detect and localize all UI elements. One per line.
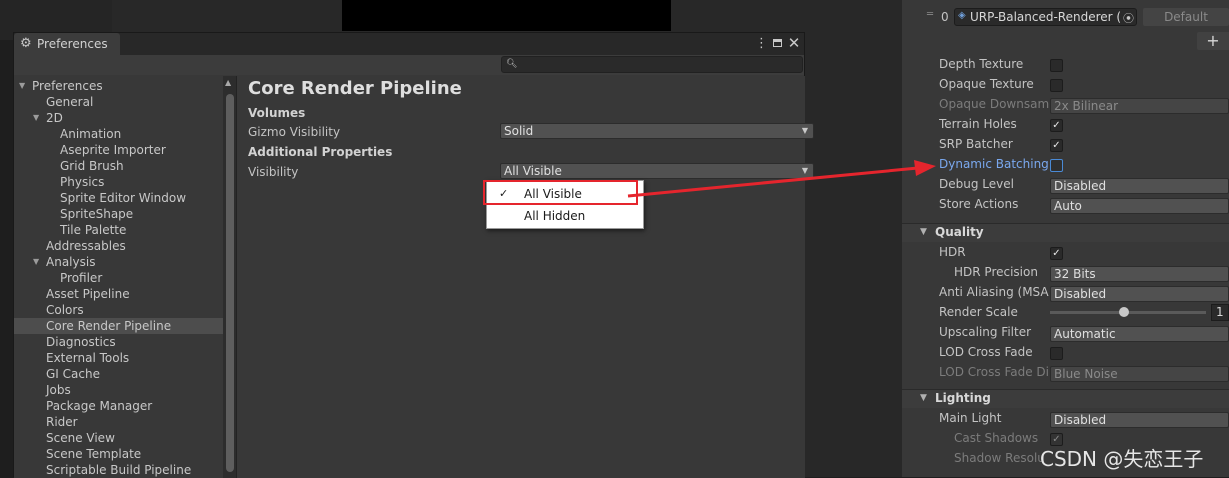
render-scale-slider-handle[interactable]: [1119, 307, 1129, 317]
annotation-arrow-line: [627, 166, 919, 198]
inspector-row-label: Terrain Holes: [939, 117, 1017, 131]
object-picker-icon[interactable]: ⦿: [1123, 10, 1135, 25]
renderer-object-field[interactable]: ◈ URP-Balanced-Renderer ( ⦿: [954, 8, 1137, 26]
inspector-dropdown[interactable]: Disabled: [1050, 286, 1229, 302]
render-scale-value[interactable]: 1: [1211, 304, 1229, 321]
inspector-row-label: HDR Precision: [954, 265, 1038, 279]
inspector-row-label: HDR: [939, 245, 966, 259]
add-renderer-button[interactable]: +: [1197, 32, 1229, 50]
foldout-arrow-icon: ▼: [920, 393, 927, 403]
inspector-dropdown[interactable]: Auto: [1050, 198, 1229, 214]
inspector-row-label: LOD Cross Fade Dit: [939, 365, 1049, 379]
inspector-row-label: Opaque Downsamp: [939, 97, 1049, 111]
inspector-row-label: SRP Batcher: [939, 137, 1013, 151]
inspector-row-label: Debug Level: [939, 177, 1014, 191]
inspector-checkbox[interactable]: [1050, 159, 1063, 172]
watermark: CSDN @失恋王子: [1040, 447, 1204, 471]
lighting-section-header[interactable]: ▼ Lighting: [902, 389, 1229, 408]
renderer-index: 0: [941, 10, 949, 24]
default-button[interactable]: Default: [1143, 8, 1229, 26]
quality-header-label: Quality: [935, 225, 984, 239]
inspector-row-label: Depth Texture: [939, 57, 1024, 71]
inspector-row-label: Opaque Texture: [939, 77, 1034, 91]
inspector-dropdown[interactable]: 2x Bilinear: [1050, 98, 1229, 114]
lighting-header-label: Lighting: [935, 391, 991, 405]
inspector-checkbox[interactable]: [1050, 59, 1063, 72]
inspector-row-label: Upscaling Filter: [939, 325, 1032, 339]
inspector-row-label: Store Actions: [939, 197, 1019, 211]
inspector-checkbox[interactable]: ✓: [1050, 119, 1063, 132]
foldout-arrow-icon: ▼: [920, 227, 927, 237]
inspector-dropdown[interactable]: Disabled: [1050, 412, 1229, 428]
inspector-dropdown[interactable]: 32 Bits: [1050, 266, 1229, 282]
inspector-row-label: Anti Aliasing (MSAA: [939, 285, 1049, 299]
inspector-dropdown[interactable]: Automatic: [1050, 326, 1229, 342]
asset-icon: ◈: [958, 10, 966, 21]
inspector-checkbox[interactable]: ✓: [1050, 247, 1063, 260]
inspector-dropdown[interactable]: Disabled: [1050, 178, 1229, 194]
inspector-row-label: Cast Shadows: [954, 431, 1039, 445]
drag-handle-icon[interactable]: ═: [927, 9, 937, 23]
inspector-dropdown[interactable]: Blue Noise: [1050, 366, 1229, 382]
inspector-row-label: Main Light: [939, 411, 1002, 425]
inspector-row-label: Dynamic Batching: [939, 157, 1049, 171]
inspector-checkbox[interactable]: [1050, 347, 1063, 360]
inspector-checkbox[interactable]: [1050, 79, 1063, 92]
quality-section-header[interactable]: ▼ Quality: [902, 223, 1229, 242]
inspector-row-label: Shadow Resolu: [954, 451, 1045, 465]
inspector-row-label: LOD Cross Fade: [939, 345, 1033, 359]
inspector-row-label: Render Scale: [939, 305, 1018, 319]
inspector-checkbox[interactable]: ✓: [1050, 139, 1063, 152]
annotation-arrow-head: [914, 160, 936, 176]
renderer-name: URP-Balanced-Renderer (: [970, 10, 1122, 24]
